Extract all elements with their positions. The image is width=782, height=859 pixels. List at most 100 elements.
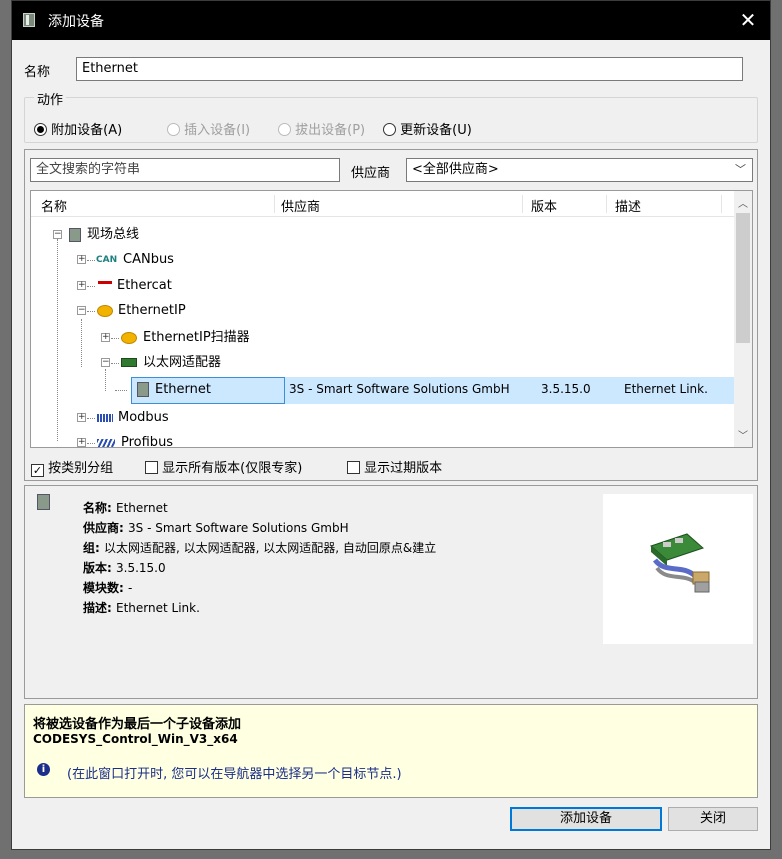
close-icon[interactable]: ✕ bbox=[726, 1, 770, 40]
group-by-category-checkbox[interactable]: ✓ 按类别分组 bbox=[31, 457, 113, 477]
radio-unplug: 拔出设备(P) bbox=[278, 119, 365, 138]
radio-update[interactable]: 更新设备(U) bbox=[383, 119, 472, 138]
details-panel: 名称: Ethernet 供应商: 3S - Smart Software So… bbox=[24, 485, 758, 699]
name-label: 名称 bbox=[24, 65, 51, 80]
tree-node-ethernetip[interactable]: − EthernetIP bbox=[31, 300, 731, 322]
col-name-header[interactable]: 名称 bbox=[41, 196, 67, 215]
table-header: 名称 供应商 版本 描述 bbox=[31, 191, 734, 217]
scroll-up-icon[interactable]: ︿ bbox=[738, 195, 748, 210]
detail-name: Ethernet bbox=[116, 501, 168, 515]
device-image bbox=[603, 494, 753, 644]
add-device-dialog: 添加设备 ✕ 名称 Ethernet 动作 附加设备(A) 插入设备(I) 拔出… bbox=[11, 0, 771, 850]
radio-attach-indicator[interactable] bbox=[34, 123, 47, 136]
details-text: 名称: Ethernet 供应商: 3S - Smart Software So… bbox=[83, 501, 437, 615]
tree-label: EthernetIP扫描器 bbox=[143, 330, 250, 345]
scroll-down-icon[interactable]: ﹀ bbox=[738, 427, 748, 442]
detail-modules: - bbox=[128, 581, 133, 595]
detail-label: 模块数 bbox=[83, 581, 120, 595]
col-version-header[interactable]: 版本 bbox=[531, 196, 557, 215]
tree-label: 以太网适配器 bbox=[143, 355, 222, 370]
vendor-label: 供应商 bbox=[351, 166, 391, 181]
tree-node-profibus[interactable]: + Profibus bbox=[31, 432, 731, 448]
tree-node-ethercat[interactable]: + Ethercat bbox=[31, 275, 731, 297]
detail-label: 名称 bbox=[83, 501, 108, 515]
app-icon bbox=[23, 13, 35, 27]
tree-node-ethernet-adapter[interactable]: − 以太网适配器 bbox=[31, 350, 731, 372]
col-divider bbox=[522, 195, 523, 213]
add-device-button[interactable]: 添加设备 bbox=[510, 807, 662, 831]
detail-label: 组 bbox=[83, 541, 96, 555]
checkbox-label: 显示所有版本(仅限专家) bbox=[162, 461, 303, 476]
close-button[interactable]: 关闭 bbox=[668, 807, 758, 831]
checkbox-checked[interactable]: ✓ bbox=[31, 464, 44, 477]
expand-icon[interactable]: + bbox=[77, 438, 86, 447]
device-tree-table: 名称 供应商 版本 描述 − 现场总线 + CAN CANbus + Ether… bbox=[30, 190, 753, 448]
profibus-icon bbox=[97, 439, 115, 447]
vendor-select[interactable]: <全部供应商> ﹀ bbox=[406, 158, 753, 182]
info-panel: 将被选设备作为最后一个子设备添加 CODESYS_Control_Win_V3_… bbox=[24, 704, 758, 798]
show-outdated-checkbox[interactable]: 显示过期版本 bbox=[347, 457, 442, 476]
search-input[interactable]: 全文搜索的字符串 bbox=[30, 158, 340, 182]
info-hint: (在此窗口打开时, 您可以在导航器中选择另一个目标节点.) bbox=[67, 767, 402, 782]
tree-node-modbus[interactable]: + Modbus bbox=[31, 407, 731, 429]
collapse-icon[interactable]: − bbox=[101, 358, 110, 367]
radio-insert: 插入设备(I) bbox=[167, 119, 250, 138]
tree-label: Modbus bbox=[118, 410, 169, 425]
tree-node-canbus[interactable]: + CAN CANbus bbox=[31, 249, 731, 271]
ethernetip-icon bbox=[121, 332, 137, 344]
tree-line bbox=[87, 286, 95, 287]
collapse-icon[interactable]: − bbox=[77, 306, 86, 315]
detail-vendor: 3S - Smart Software Solutions GmbH bbox=[128, 521, 349, 535]
tree-label: Profibus bbox=[121, 435, 174, 448]
radio-attach[interactable]: 附加设备(A) bbox=[34, 119, 122, 138]
ethercat-icon bbox=[98, 281, 112, 292]
radio-insert-label: 插入设备(I) bbox=[184, 123, 251, 138]
collapse-icon[interactable]: − bbox=[53, 230, 62, 239]
checkbox-unchecked[interactable] bbox=[347, 461, 360, 474]
col-vendor-header[interactable]: 供应商 bbox=[281, 196, 320, 215]
col-desc-header[interactable]: 描述 bbox=[615, 196, 641, 215]
tree-scrollbar[interactable]: ︿ ﹀ bbox=[734, 191, 752, 447]
expand-icon[interactable]: + bbox=[101, 333, 110, 342]
tree-node-ethernetip-scanner[interactable]: + EthernetIP扫描器 bbox=[31, 325, 731, 347]
col-divider bbox=[721, 195, 722, 213]
detail-version: 3.5.15.0 bbox=[116, 561, 166, 575]
detail-label: 版本 bbox=[83, 561, 108, 575]
cell-name: Ethernet bbox=[155, 382, 211, 397]
ethernetip-icon bbox=[97, 305, 113, 317]
window-title: 添加设备 bbox=[48, 14, 104, 30]
detail-label: 描述 bbox=[83, 601, 108, 615]
show-all-versions-checkbox[interactable]: 显示所有版本(仅限专家) bbox=[145, 457, 302, 476]
tree-label: Ethercat bbox=[117, 278, 172, 293]
col-divider bbox=[274, 195, 275, 213]
expand-icon[interactable]: + bbox=[77, 255, 86, 264]
col-divider bbox=[606, 195, 607, 213]
detail-desc: Ethernet Link. bbox=[116, 601, 200, 615]
radio-insert-indicator bbox=[167, 123, 180, 136]
info-icon: i bbox=[37, 763, 50, 776]
tree-label: EthernetIP bbox=[118, 303, 186, 318]
name-input[interactable]: Ethernet bbox=[76, 57, 743, 81]
expand-icon[interactable]: + bbox=[77, 413, 86, 422]
tree-node-fieldbus[interactable]: − 现场总线 bbox=[31, 224, 731, 246]
cell-version: 3.5.15.0 bbox=[541, 382, 591, 396]
cell-desc: Ethernet Link. bbox=[624, 382, 708, 396]
tree-line bbox=[111, 363, 119, 364]
tree-label: CANbus bbox=[123, 252, 174, 267]
radio-unplug-indicator bbox=[278, 123, 291, 136]
tree-line bbox=[115, 390, 127, 391]
radio-update-indicator[interactable] bbox=[383, 123, 396, 136]
expand-icon[interactable]: + bbox=[77, 281, 86, 290]
info-headline: 将被选设备作为最后一个子设备添加 bbox=[33, 717, 242, 732]
network-card-icon bbox=[121, 358, 137, 367]
tree-line bbox=[87, 311, 95, 312]
scrollbar-thumb[interactable] bbox=[736, 213, 750, 343]
table-row-selected[interactable]: Ethernet 3S - Smart Software Solutions G… bbox=[131, 377, 734, 404]
device-icon bbox=[69, 228, 81, 242]
chevron-down-icon: ﹀ bbox=[735, 163, 746, 176]
tree-line bbox=[87, 260, 95, 261]
can-icon: CAN bbox=[96, 255, 118, 265]
checkbox-label: 按类别分组 bbox=[48, 461, 114, 476]
device-icon bbox=[37, 494, 50, 510]
checkbox-unchecked[interactable] bbox=[145, 461, 158, 474]
